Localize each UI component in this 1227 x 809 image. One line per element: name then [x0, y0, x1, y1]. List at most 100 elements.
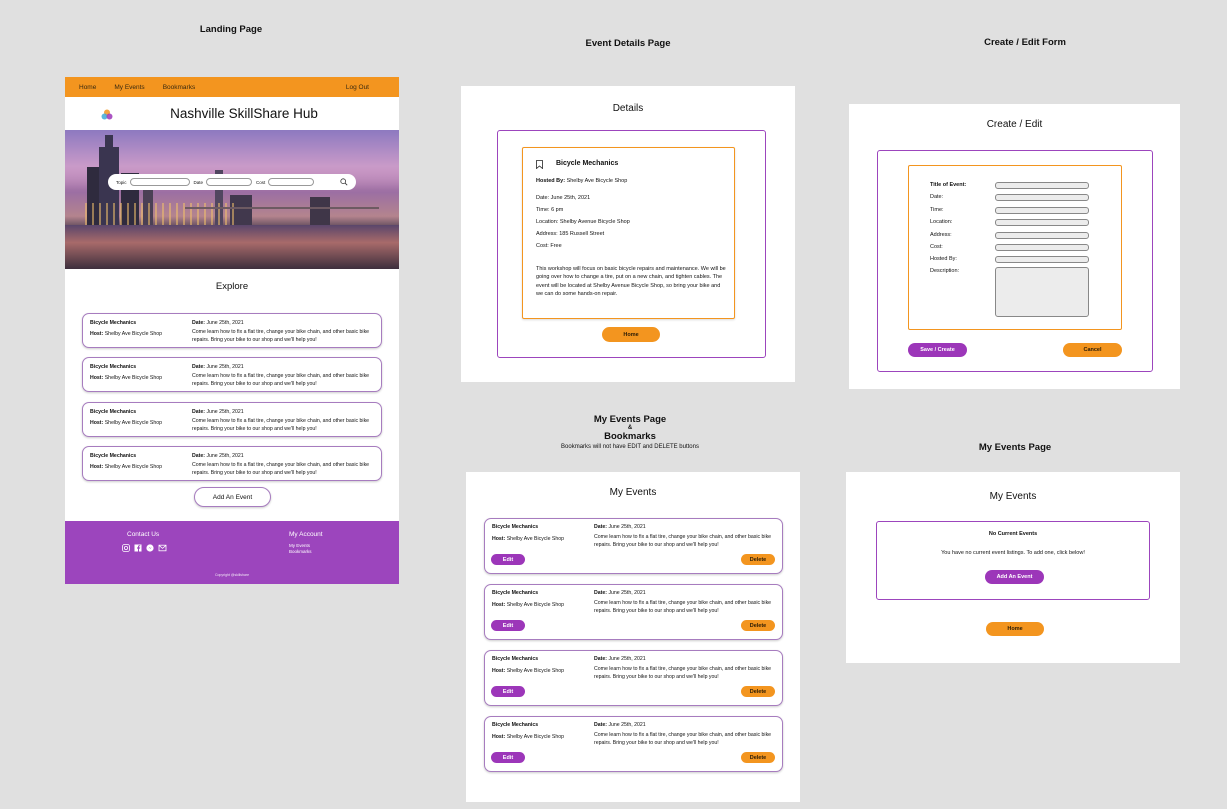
caption-landing: Landing Page [199, 24, 263, 35]
email-icon[interactable] [158, 544, 167, 552]
details-card: Bicycle Mechanics Hosted By: Shelby Ave … [522, 147, 735, 319]
edit-button[interactable]: Edit [491, 752, 525, 763]
event-description: Come learn how to fix a flat tire, chang… [192, 418, 370, 432]
create-container: Title of Event: Date: Time: Location: Ad… [877, 150, 1153, 372]
search-bar: Topic Date Cost [108, 174, 356, 190]
event-host: Host: Shelby Ave Bicycle Shop [492, 536, 565, 542]
label-hosted-by: Hosted By: [930, 256, 957, 262]
details-location: Location: Shelby Avenue Bicycle Shop [536, 219, 630, 225]
nav-home[interactable]: Home [79, 84, 96, 91]
input-description[interactable] [995, 267, 1089, 317]
event-host: Host: Shelby Ave Bicycle Shop [492, 734, 565, 740]
label-title: Title of Event: [930, 182, 967, 188]
nav-bar: Home My Events Bookmarks Log Out [65, 77, 399, 97]
event-description: Come learn how to fix a flat tire, chang… [594, 600, 772, 614]
event-description: Come learn how to fix a flat tire, chang… [192, 373, 370, 387]
event-card[interactable]: Bicycle Mechanics Host: Shelby Ave Bicyc… [82, 313, 382, 348]
contact-heading: Contact Us [127, 531, 160, 538]
save-create-button[interactable]: Save / Create [908, 343, 967, 357]
my-event-card: Bicycle Mechanics Host: Shelby Ave Bicyc… [484, 584, 783, 640]
details-title: Details [612, 103, 644, 114]
search-topic-input[interactable] [129, 178, 190, 186]
input-address[interactable] [995, 232, 1089, 239]
search-date-input[interactable] [206, 178, 253, 186]
nav-logout[interactable]: Log Out [346, 84, 369, 91]
empty-state-box: No Current Events You have no current ev… [876, 521, 1150, 600]
bookmark-icon[interactable] [536, 160, 543, 169]
details-time: Time: 6 pm [536, 207, 564, 213]
edit-button[interactable]: Edit [491, 620, 525, 631]
search-topic-label: Topic [116, 179, 127, 185]
empty-heading: No Current Events [988, 531, 1038, 537]
edit-button[interactable]: Edit [491, 686, 525, 697]
delete-button[interactable]: Delete [741, 686, 775, 697]
event-card[interactable]: Bicycle Mechanics Host: Shelby Ave Bicyc… [82, 446, 382, 481]
caption-myevents: My Events Page & Bookmarks Bookmarks wil… [540, 414, 720, 451]
my-events-empty-page: My Events No Current Events You have no … [846, 472, 1180, 663]
delete-button[interactable]: Delete [741, 554, 775, 565]
search-cost-input[interactable] [268, 178, 315, 186]
details-description: This workshop will focus on basic bicycl… [536, 266, 726, 297]
input-title[interactable] [995, 182, 1089, 189]
event-date: Date: June 25th, 2021 [594, 656, 646, 662]
input-time[interactable] [995, 207, 1089, 214]
input-cost[interactable] [995, 244, 1089, 251]
logo-icon [101, 109, 113, 120]
edit-button[interactable]: Edit [491, 554, 525, 565]
messenger-icon[interactable] [146, 544, 154, 552]
event-card[interactable]: Bicycle Mechanics Host: Shelby Ave Bicyc… [82, 357, 382, 392]
caption-myevents-note: Bookmarks will not have EDIT and DELETE … [561, 444, 699, 451]
details-page: Details Bicycle Mechanics Hosted By: She… [461, 86, 795, 382]
nav-my-events[interactable]: My Events [114, 84, 144, 91]
label-date: Date: [930, 194, 944, 200]
search-date-label: Date [193, 179, 204, 185]
input-location[interactable] [995, 219, 1089, 226]
my-events-empty-title: My Events [989, 491, 1037, 502]
input-date[interactable] [995, 194, 1089, 201]
add-event-button[interactable]: Add An Event [194, 487, 271, 507]
event-description: Come learn how to fix a flat tire, chang… [192, 329, 370, 343]
input-hosted-by[interactable] [995, 256, 1089, 263]
add-event-button[interactable]: Add An Event [985, 570, 1044, 584]
facebook-icon[interactable] [134, 544, 142, 552]
event-host: Host: Shelby Ave Bicycle Shop [90, 331, 163, 337]
delete-button[interactable]: Delete [741, 620, 775, 631]
details-event-title: Bicycle Mechanics [556, 160, 619, 167]
instagram-icon[interactable] [122, 544, 130, 552]
caption-myevents-line2: Bookmarks [604, 431, 656, 443]
event-date: Date: June 25th, 2021 [192, 453, 244, 459]
my-event-card: Bicycle Mechanics Host: Shelby Ave Bicyc… [484, 650, 783, 706]
create-form: Title of Event: Date: Time: Location: Ad… [908, 165, 1122, 330]
empty-message: You have no current event listings. To a… [941, 550, 1085, 556]
my-events-page: My Events Bicycle Mechanics Host: Shelby… [466, 472, 800, 802]
event-title: Bicycle Mechanics [90, 409, 137, 415]
site-title: Nashville SkillShare Hub [170, 106, 318, 121]
event-title: Bicycle Mechanics [492, 590, 539, 596]
hero-image: Topic Date Cost [65, 130, 399, 269]
event-host: Host: Shelby Ave Bicycle Shop [90, 464, 163, 470]
my-event-card: Bicycle Mechanics Host: Shelby Ave Bicyc… [484, 518, 783, 574]
delete-button[interactable]: Delete [741, 752, 775, 763]
caption-myevents-line1: My Events Page [593, 414, 667, 425]
event-host: Host: Shelby Ave Bicycle Shop [492, 602, 565, 608]
social-links [122, 544, 167, 552]
home-button[interactable]: Home [986, 622, 1044, 636]
event-description: Come learn how to fix a flat tire, chang… [192, 462, 370, 476]
landing-page: Home My Events Bookmarks Log Out Nashvil… [65, 77, 399, 584]
event-date: Date: June 25th, 2021 [192, 409, 244, 415]
footer-link-bookmarks[interactable]: Bookmarks [289, 549, 312, 555]
label-cost: Cost: [930, 244, 943, 250]
cancel-button[interactable]: Cancel [1063, 343, 1122, 357]
home-button[interactable]: Home [602, 327, 660, 342]
event-title: Bicycle Mechanics [492, 722, 539, 728]
search-icon[interactable] [340, 178, 348, 186]
event-description: Come learn how to fix a flat tire, chang… [594, 732, 772, 746]
details-hosted-by: Hosted By: Shelby Ave Bicycle Shop [536, 178, 628, 184]
event-title: Bicycle Mechanics [492, 524, 539, 530]
event-card[interactable]: Bicycle Mechanics Host: Shelby Ave Bicyc… [82, 402, 382, 437]
event-host: Host: Shelby Ave Bicycle Shop [90, 420, 163, 426]
explore-heading: Explore [215, 281, 249, 292]
event-date: Date: June 25th, 2021 [192, 364, 244, 370]
nav-bookmarks[interactable]: Bookmarks [163, 84, 196, 91]
caption-myempty: My Events Page [978, 442, 1052, 453]
